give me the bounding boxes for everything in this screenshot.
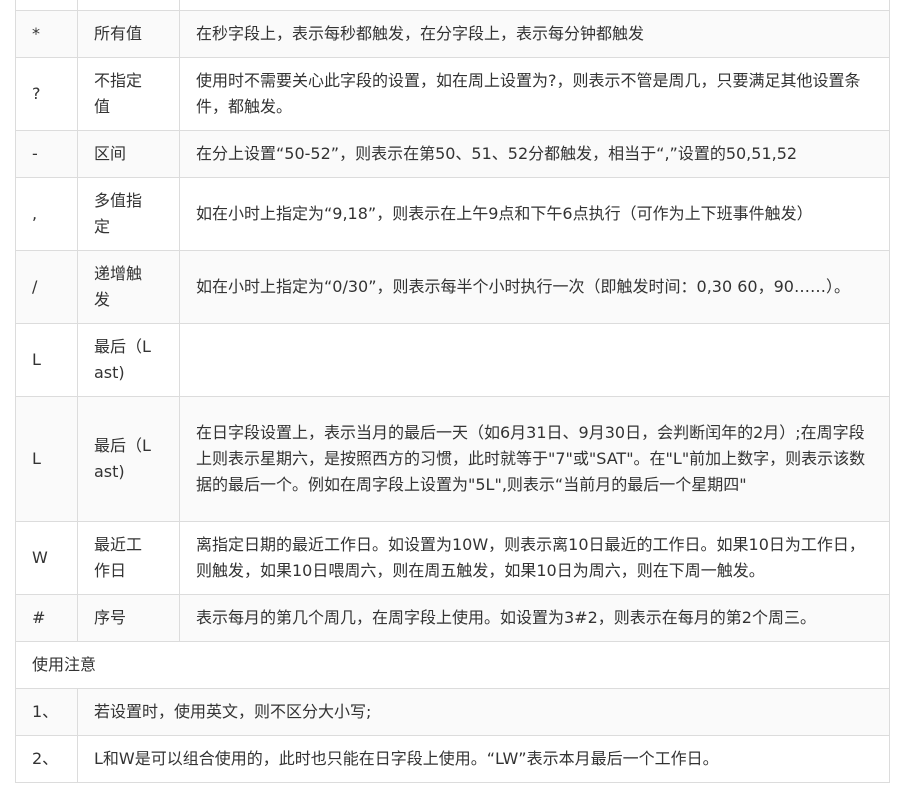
table-row: L 最后（Last) 在日字段设置上，表示当月的最后一天（如6月31日、9月30… — [15, 396, 890, 522]
symbol-cell: / — [15, 250, 78, 324]
note-number: 2、 — [15, 735, 78, 783]
symbol-cell: W — [15, 521, 78, 595]
name-cell: 区间 — [77, 130, 180, 178]
table-row: , 多值指定 如在小时上指定为“9,18”，则表示在上午9点和下午6点执行（可作… — [15, 177, 890, 251]
note-number: 1、 — [15, 688, 78, 736]
description-cell: 在秒字段上，表示每秒都触发，在分字段上，表示每分钟都触发 — [179, 10, 890, 58]
name-cell: 最后（Last) — [77, 323, 180, 397]
table-row: ? 不指定值 使用时不需要关心此字段的设置，如在周上设置为?，则表示不管是周几，… — [15, 57, 890, 131]
table-row: / 递增触发 如在小时上指定为“0/30”，则表示每半个小时执行一次（即触发时间… — [15, 250, 890, 324]
description-cell: 在分上设置“50-52”，则表示在第50、51、52分都触发，相当于“,”设置的… — [179, 130, 890, 178]
name-cell: 多值指定 — [77, 177, 180, 251]
name-cell: 序号 — [77, 594, 180, 642]
table-row: - 区间 在分上设置“50-52”，则表示在第50、51、52分都触发，相当于“… — [15, 130, 890, 178]
table-row: # 序号 表示每月的第几个周几，在周字段上使用。如设置为3#2，则表示在每月的第… — [15, 594, 890, 642]
name-cell: 所有值 — [77, 10, 180, 58]
description-cell: 如在小时上指定为“9,18”，则表示在上午9点和下午6点执行（可作为上下班事件触… — [179, 177, 890, 251]
note-text: 若设置时，使用英文，则不区分大小写; — [77, 688, 890, 736]
notes-header: 使用注意 — [15, 641, 890, 689]
name-cell: 最后（Last) — [77, 396, 180, 522]
name-cell — [77, 0, 180, 11]
symbol-cell: - — [15, 130, 78, 178]
symbol-cell: ? — [15, 57, 78, 131]
table-row — [15, 0, 890, 11]
symbol-cell: L — [15, 396, 78, 522]
note-row: 1、 若设置时，使用英文，则不区分大小写; — [15, 688, 890, 736]
description-cell: 在日字段设置上，表示当月的最后一天（如6月31日、9月30日，会判断闰年的2月）… — [179, 396, 890, 522]
notes-header-row: 使用注意 — [15, 641, 890, 689]
symbol-cell: , — [15, 177, 78, 251]
description-cell: 离指定日期的最近工作日。如设置为10W，则表示离10日最近的工作日。如果10日为… — [179, 521, 890, 595]
description-cell: 如在小时上指定为“0/30”，则表示每半个小时执行一次（即触发时间：0,30 6… — [179, 250, 890, 324]
symbol-cell: # — [15, 594, 78, 642]
name-cell: 最近工作日 — [77, 521, 180, 595]
symbol-cell — [15, 0, 78, 11]
name-cell: 不指定值 — [77, 57, 180, 131]
cron-special-chars-table-wrapper: * 所有值 在秒字段上，表示每秒都触发，在分字段上，表示每分钟都触发 ? 不指定… — [15, 0, 890, 783]
cron-special-chars-table: * 所有值 在秒字段上，表示每秒都触发，在分字段上，表示每分钟都触发 ? 不指定… — [15, 0, 890, 783]
symbol-cell: * — [15, 10, 78, 58]
table-row: L 最后（Last) — [15, 323, 890, 397]
table-row: * 所有值 在秒字段上，表示每秒都触发，在分字段上，表示每分钟都触发 — [15, 10, 890, 58]
symbol-cell: L — [15, 323, 78, 397]
description-cell: 使用时不需要关心此字段的设置，如在周上设置为?，则表示不管是周几，只要满足其他设… — [179, 57, 890, 131]
description-cell — [179, 323, 890, 397]
description-cell: 表示每月的第几个周几，在周字段上使用。如设置为3#2，则表示在每月的第2个周三。 — [179, 594, 890, 642]
note-text: L和W是可以组合使用的，此时也只能在日字段上使用。“LW”表示本月最后一个工作日… — [77, 735, 890, 783]
name-cell: 递增触发 — [77, 250, 180, 324]
description-cell — [179, 0, 890, 11]
table-row: W 最近工作日 离指定日期的最近工作日。如设置为10W，则表示离10日最近的工作… — [15, 521, 890, 595]
note-row: 2、 L和W是可以组合使用的，此时也只能在日字段上使用。“LW”表示本月最后一个… — [15, 735, 890, 783]
